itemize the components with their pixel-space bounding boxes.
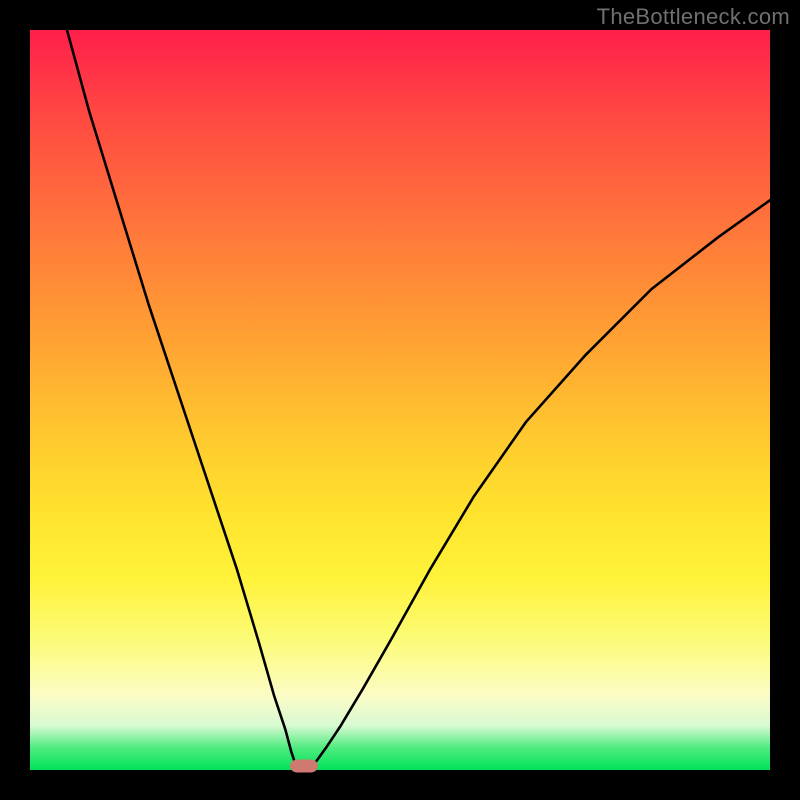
chart-frame: TheBottleneck.com — [0, 0, 800, 800]
curve-right-branch — [311, 200, 770, 766]
plot-area — [30, 30, 770, 770]
curve-left-branch — [67, 30, 296, 766]
bottleneck-curve — [30, 30, 770, 770]
cusp-marker — [290, 760, 318, 773]
watermark-text: TheBottleneck.com — [597, 4, 790, 30]
